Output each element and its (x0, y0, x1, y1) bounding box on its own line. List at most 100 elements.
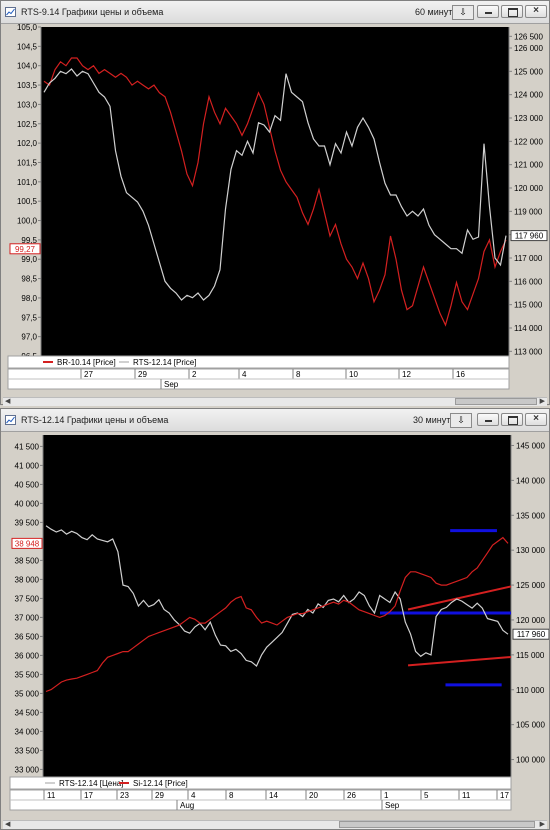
right-axis-tick-label: 125 000 (514, 67, 543, 76)
time-axis-tick-label: 11 (47, 791, 56, 800)
time-axis-tick-label: 1 (384, 791, 389, 800)
time-axis-tick-label: 23 (120, 791, 129, 800)
right-axis-tick-label: 120 000 (516, 616, 545, 625)
window-titlebar[interactable]: RTS-12.14 Графики цены и объема 30 минут… (1, 409, 549, 432)
right-axis-tick-label: 115 000 (516, 651, 545, 660)
right-axis-tick-label: 124 000 (514, 91, 543, 100)
minimize-icon (485, 12, 492, 14)
right-axis-tick-label: 115 000 (514, 301, 543, 310)
plot-area (43, 435, 511, 777)
left-axis-tick-label: 41 500 (15, 442, 40, 451)
right-axis-tick-label: 120 000 (514, 184, 543, 193)
left-axis-tick-label: 101,5 (17, 158, 38, 167)
time-axis-tick-label: 8 (296, 370, 301, 379)
close-button[interactable]: × (525, 413, 547, 426)
time-axis-tick-label: 27 (84, 370, 93, 379)
left-axis-tick-label: 33 500 (15, 746, 40, 755)
horizontal-scrollbar[interactable]: ◀ ▶ (3, 397, 547, 406)
left-axis-tick-label: 40 500 (15, 480, 40, 489)
left-axis-tick-label: 105,0 (17, 24, 38, 32)
left-axis-tick-label: 104,0 (17, 62, 38, 71)
chart-icon (5, 415, 16, 425)
maximize-button[interactable] (501, 413, 523, 426)
left-axis-tick-label: 33 000 (15, 765, 40, 774)
time-axis-tick-label: 26 (347, 791, 356, 800)
right-axis-tick-label: 117 000 (514, 254, 543, 263)
scrollbar-thumb[interactable] (455, 398, 537, 405)
left-axis-tick-label: 97,5 (21, 313, 37, 322)
left-axis-tick-label: 36 500 (15, 632, 40, 641)
price-chart-2[interactable]: 41 50041 00040 50040 00039 50039 00038 5… (1, 432, 549, 819)
left-axis-tick-label: 103,0 (17, 100, 38, 109)
left-axis-tick-label: 98,5 (21, 275, 37, 284)
chart-icon (5, 7, 16, 17)
left-axis-tick-label: 40 000 (15, 499, 40, 508)
minimize-button[interactable] (477, 413, 499, 426)
time-axis-tick-label: 10 (349, 370, 358, 379)
time-axis-tick-label: 16 (456, 370, 465, 379)
left-axis-tick-label: 34 000 (15, 727, 40, 736)
minimize-button[interactable] (477, 5, 499, 18)
right-axis-tick-label: 125 000 (516, 581, 545, 590)
right-axis-tick-label: 110 000 (516, 686, 545, 695)
right-current-value: 117 960 (515, 232, 544, 241)
plot-area (41, 27, 509, 356)
left-axis-tick-label: 100,5 (17, 197, 38, 206)
right-axis-tick-label: 100 000 (516, 756, 545, 765)
right-axis-tick-label: 145 000 (516, 441, 545, 450)
left-axis-tick-label: 104,5 (17, 42, 38, 51)
legend-label: BR-10.14 [Price] (57, 358, 116, 367)
time-axis-tick-label: 4 (191, 791, 196, 800)
left-axis-tick-label: 100,0 (17, 217, 38, 226)
window-title: RTS-9.14 Графики цены и объема (21, 7, 164, 17)
left-axis-tick-label: 37 000 (15, 613, 40, 622)
close-icon: × (533, 5, 539, 16)
window-titlebar[interactable]: RTS-9.14 Графики цены и объема 60 минут … (1, 1, 549, 24)
left-axis-tick-label: 38 000 (15, 575, 40, 584)
left-axis-tick-label: 99,0 (21, 255, 37, 264)
left-axis-tick-label: 98,0 (21, 294, 37, 303)
time-axis-tick-label: 5 (424, 791, 429, 800)
maximize-icon (508, 8, 518, 17)
price-chart-1[interactable]: 105,0 104,5 104,0 103,5 103,0 102,5 102,0 101,5… (1, 24, 549, 396)
time-axis-tick-label: 14 (269, 791, 278, 800)
legend-label: RTS-12.14 [Цена] (59, 779, 123, 788)
right-axis-tick-label: 119 000 (514, 207, 543, 216)
timeframe-dropdown-button[interactable]: ⇩ (450, 413, 472, 428)
right-axis-tick-label: 113 000 (514, 347, 543, 356)
close-icon: × (533, 413, 539, 424)
right-axis-tick-label: 105 000 (516, 721, 545, 730)
right-axis-tick-label: 123 000 (514, 114, 543, 123)
scrollbar-thumb[interactable] (339, 821, 535, 828)
chart-window-1[interactable]: RTS-9.14 Графики цены и объема 60 минут … (0, 0, 550, 406)
scroll-left-icon[interactable]: ◀ (5, 820, 10, 828)
legend-label: Si-12.14 [Price] (133, 779, 188, 788)
timeframe-label: 30 минут (413, 415, 451, 425)
scroll-right-icon[interactable]: ▶ (540, 820, 545, 828)
time-axis-month-label: Sep (385, 801, 400, 810)
right-axis-tick-label: 116 000 (514, 277, 543, 286)
timeframe-dropdown-button[interactable]: ⇩ (452, 5, 474, 20)
left-axis-tick-label: 97,0 (21, 333, 37, 342)
time-axis-tick-label: 12 (402, 370, 411, 379)
time-axis-tick-label: 17 (84, 791, 93, 800)
left-axis-tick-label: 102,5 (17, 120, 38, 129)
close-button[interactable]: × (525, 5, 547, 18)
left-axis-tick-label: 37 500 (15, 594, 40, 603)
left-current-value: 99,27 (15, 245, 36, 254)
time-axis-month-label: Sep (164, 380, 179, 389)
scroll-right-icon[interactable]: ▶ (540, 397, 545, 405)
horizontal-scrollbar[interactable]: ◀ ▶ (3, 820, 547, 829)
chart-window-2[interactable]: RTS-12.14 Графики цены и объема 30 минут… (0, 408, 550, 830)
right-axis-tick-label: 122 000 (514, 137, 543, 146)
scroll-left-icon[interactable]: ◀ (5, 397, 10, 405)
left-axis-tick-label: 101,0 (17, 178, 38, 187)
maximize-button[interactable] (501, 5, 523, 18)
left-axis-tick-label: 35 500 (15, 670, 40, 679)
time-axis-month-label: Aug (180, 801, 194, 810)
right-axis-tick-label: 114 000 (514, 324, 543, 333)
left-axis-tick-label: 35 000 (15, 689, 40, 698)
left-axis-tick-label: 41 000 (15, 461, 40, 470)
left-axis-tick-label: 36 000 (15, 651, 40, 660)
left-axis-tick-label: 103,5 (17, 81, 38, 90)
